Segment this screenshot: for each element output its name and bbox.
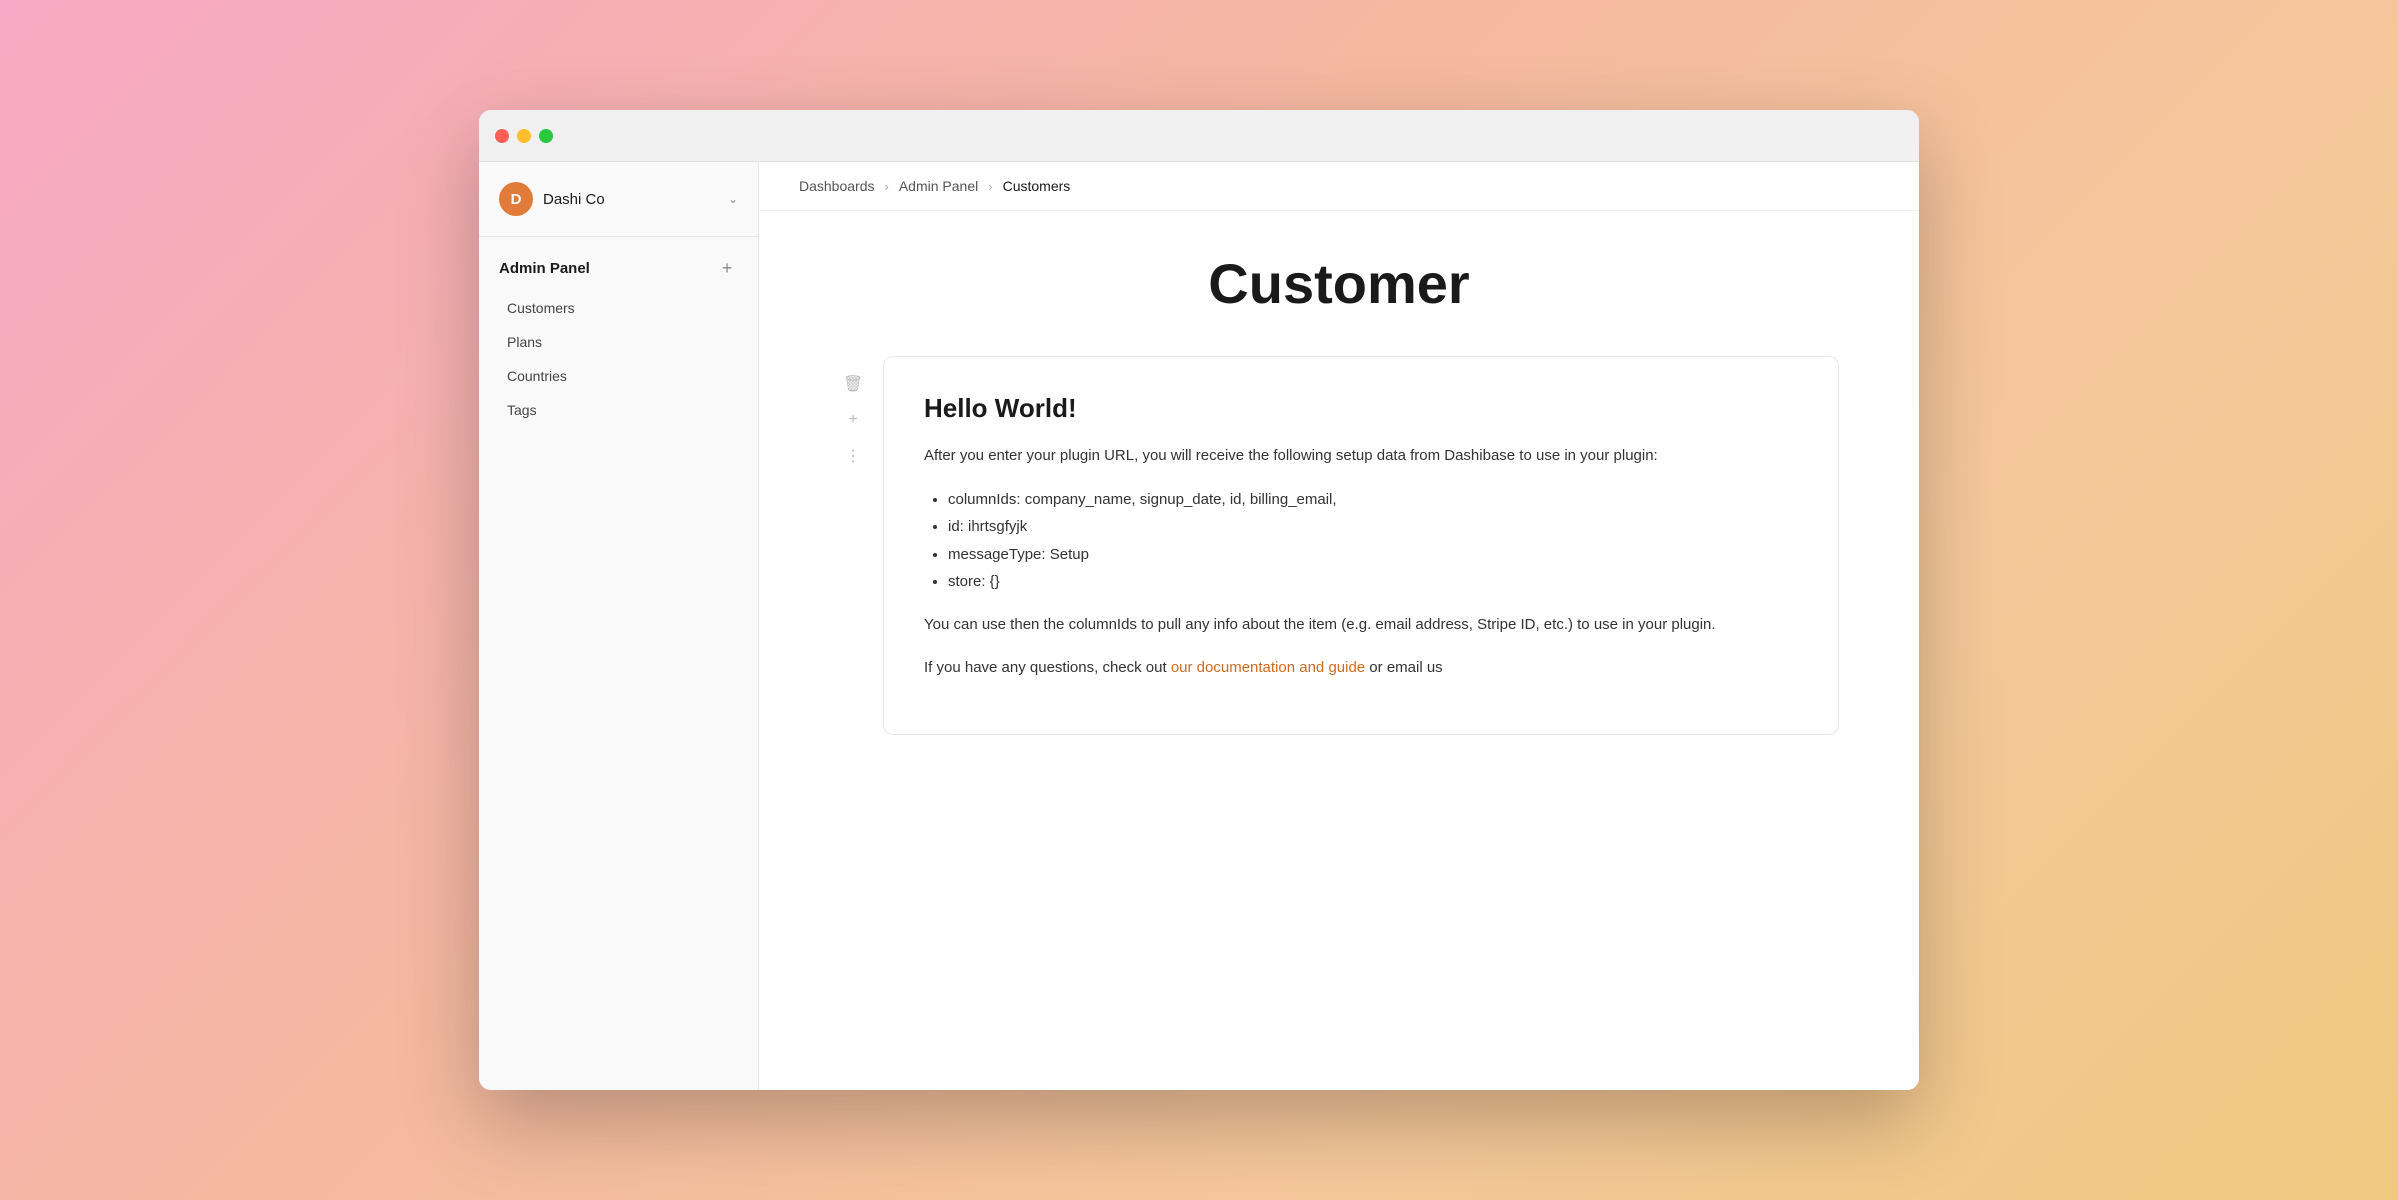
traffic-lights [495, 129, 553, 143]
avatar: D [499, 182, 533, 216]
card-paragraph-2: You can use then the columnIds to pull a… [924, 613, 1798, 638]
sidebar-item-plans[interactable]: Plans [487, 325, 750, 359]
list-item: columnIds: company_name, signup_date, id… [948, 487, 1798, 513]
card-actions: 🗑 + ⋮ [839, 356, 867, 470]
content-card: Hello World! After you enter your plugin… [883, 356, 1839, 735]
list-item: id: ihrtsgfyjk [948, 514, 1798, 540]
sidebar-item-customers[interactable]: Customers [487, 291, 750, 325]
list-item: messageType: Setup [948, 542, 1798, 568]
content-card-wrapper: 🗑 + ⋮ Hello World! After you enter your … [839, 356, 1839, 735]
breadcrumb-dashboards[interactable]: Dashboards [799, 178, 875, 194]
titlebar [479, 110, 1919, 162]
sidebar-item-countries[interactable]: Countries [487, 359, 750, 393]
sidebar: D Dashi Co ⌄ Admin Panel + Customers Pla… [479, 162, 759, 1090]
sidebar-add-button[interactable]: + [716, 257, 738, 279]
breadcrumb-separator-2: › [988, 179, 992, 194]
main-layout: D Dashi Co ⌄ Admin Panel + Customers Pla… [479, 162, 1919, 1090]
documentation-link[interactable]: our documentation and guide [1171, 659, 1365, 676]
content-area: Dashboards › Admin Panel › Customers Cus… [759, 162, 1919, 1090]
card-list: columnIds: company_name, signup_date, id… [924, 487, 1798, 595]
minimize-button[interactable] [517, 129, 531, 143]
maximize-button[interactable] [539, 129, 553, 143]
list-item: store: {} [948, 569, 1798, 595]
breadcrumb-admin-panel[interactable]: Admin Panel [899, 178, 978, 194]
sidebar-item-tags[interactable]: Tags [487, 393, 750, 427]
paragraph-3-suffix: or email us [1365, 659, 1443, 676]
card-paragraph-3: If you have any questions, check out our… [924, 656, 1798, 681]
card-paragraph-1: After you enter your plugin URL, you wil… [924, 444, 1798, 469]
close-button[interactable] [495, 129, 509, 143]
card-heading: Hello World! [924, 393, 1798, 424]
breadcrumb-customers[interactable]: Customers [1003, 178, 1071, 194]
app-window: D Dashi Co ⌄ Admin Panel + Customers Pla… [479, 110, 1919, 1090]
sidebar-header: D Dashi Co ⌄ [479, 162, 758, 237]
delete-block-button[interactable]: 🗑 [839, 370, 867, 398]
add-block-button[interactable]: + [839, 406, 867, 434]
page-title: Customer [839, 251, 1839, 316]
workspace-dropdown-icon[interactable]: ⌄ [728, 192, 738, 206]
page-content: Customer 🗑 + ⋮ Hello World! After you en… [759, 211, 1919, 1090]
workspace-name: Dashi Co [543, 191, 605, 208]
sidebar-section: Admin Panel + Customers Plans Countries … [479, 237, 758, 447]
paragraph-3-prefix: If you have any questions, check out [924, 659, 1171, 676]
workspace-info[interactable]: D Dashi Co [499, 182, 605, 216]
breadcrumb-separator-1: › [885, 179, 889, 194]
drag-block-button[interactable]: ⋮ [839, 442, 867, 470]
sidebar-section-title: Admin Panel [499, 260, 590, 277]
breadcrumb: Dashboards › Admin Panel › Customers [759, 162, 1919, 211]
sidebar-section-header: Admin Panel + [479, 257, 758, 291]
